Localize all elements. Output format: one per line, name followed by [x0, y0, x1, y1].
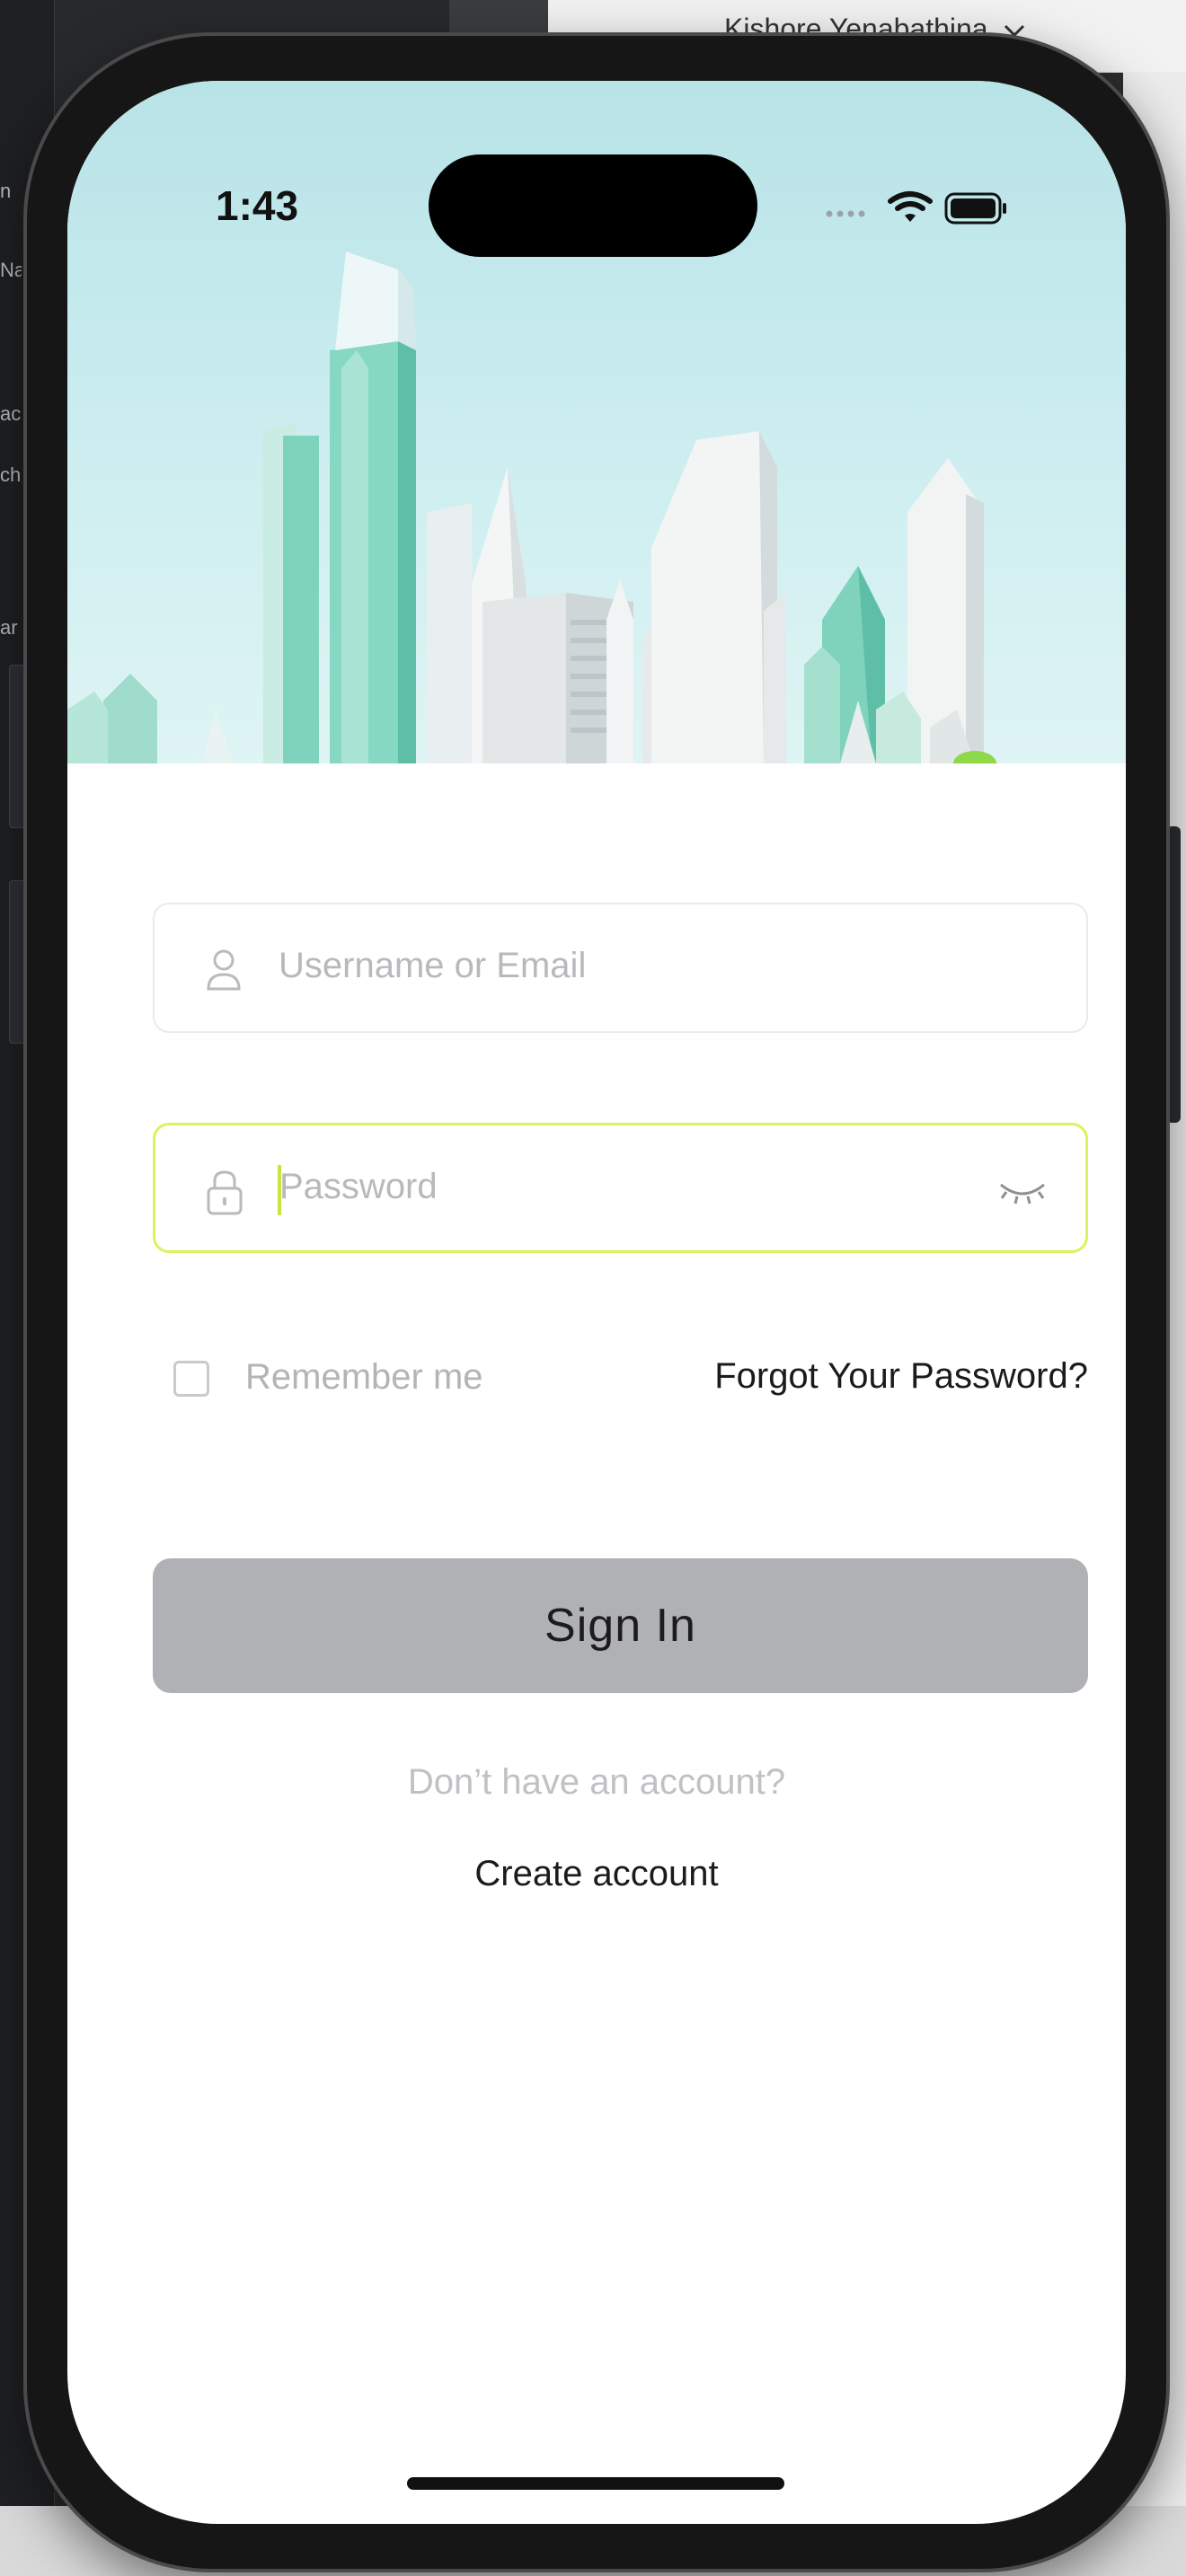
phone-simulator-frame: 1:43 Username or Email Password Remember… — [27, 36, 1166, 2569]
home-indicator[interactable] — [407, 2477, 784, 2490]
forgot-password-link[interactable]: Forgot Your Password? — [714, 1356, 1088, 1397]
status-time: 1:43 — [216, 182, 299, 229]
password-field[interactable]: Password — [153, 1123, 1088, 1253]
status-icons — [820, 189, 1018, 235]
create-account-link[interactable]: Create account — [67, 1854, 1126, 1894]
host-sidebar-fragment: n — [0, 180, 12, 199]
no-account-text: Don’t have an account? — [407, 1762, 786, 1802]
remember-me-label: Remember me — [245, 1357, 483, 1397]
host-toolbar — [449, 0, 548, 36]
host-sidebar-fragment: ch — [0, 463, 22, 483]
wifi-icon — [888, 191, 933, 222]
host-sidebar-fragment: Na — [0, 259, 22, 278]
remember-me-checkbox[interactable] — [173, 1361, 209, 1397]
cellular-signal-icon — [826, 210, 865, 217]
username-field[interactable]: Username or Email — [153, 903, 1088, 1033]
lock-icon — [205, 1169, 244, 1219]
host-sidebar-fragment: ac — [0, 402, 22, 422]
eye-closed-icon[interactable] — [997, 1178, 1048, 1208]
phone-screen: 1:43 Username or Email Password Remember… — [67, 81, 1126, 2524]
dynamic-island — [429, 154, 757, 257]
host-sidebar-fragment: ar — [0, 616, 18, 636]
sign-in-button[interactable]: Sign In — [153, 1558, 1088, 1693]
host-scrollbar[interactable] — [1166, 826, 1181, 1123]
password-placeholder: Password — [279, 1167, 438, 1206]
user-icon — [204, 948, 243, 996]
battery-icon — [944, 192, 1006, 225]
username-placeholder: Username or Email — [279, 946, 587, 985]
